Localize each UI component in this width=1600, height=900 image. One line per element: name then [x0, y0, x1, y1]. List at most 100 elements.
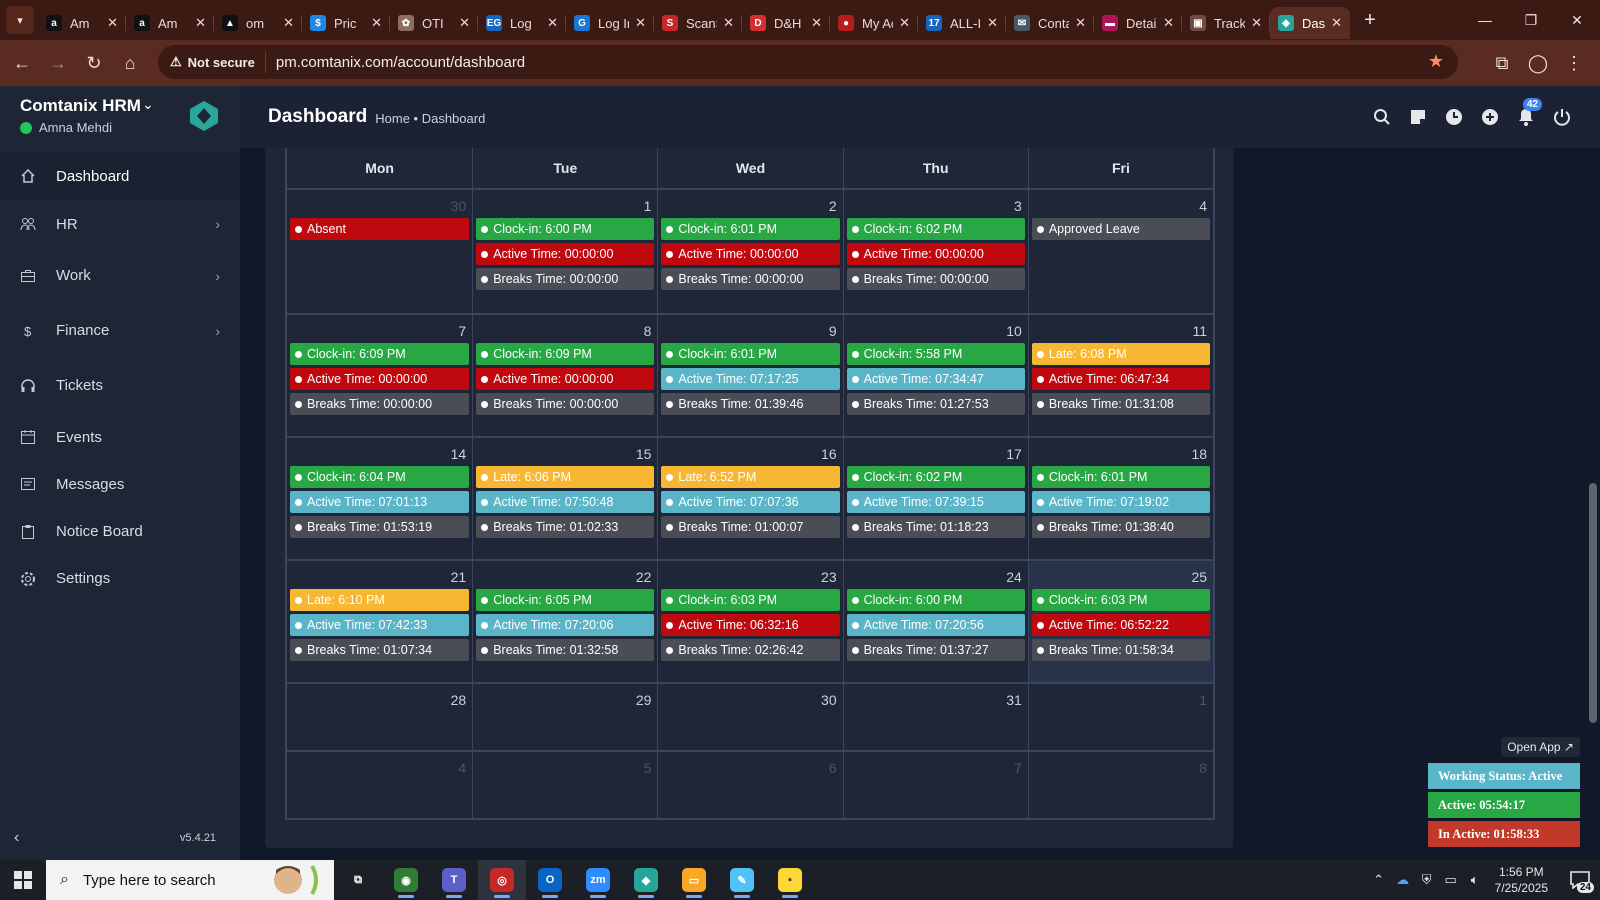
browser-tab[interactable]: ◆ Das ✕: [1270, 7, 1350, 39]
close-tab-icon[interactable]: ✕: [1331, 15, 1342, 31]
calendar-day[interactable]: 10 Clock-in: 5:58 PM Active Time: 07:34:47…: [842, 315, 1028, 436]
attendance-event[interactable]: Breaks Time: 01:39:46: [661, 393, 840, 415]
sidebar-item-tickets[interactable]: Tickets: [0, 358, 240, 413]
calendar-day[interactable]: 18 Clock-in: 6:01 PM Active Time: 07:19:02…: [1027, 438, 1213, 559]
browser-tab[interactable]: $ Pric ✕: [302, 7, 390, 39]
browser-menu-icon[interactable]: ⋮: [1556, 45, 1592, 81]
attendance-event[interactable]: Clock-in: 6:02 PM: [846, 466, 1025, 488]
collapse-sidebar-icon[interactable]: ‹: [14, 829, 19, 847]
calendar-day[interactable]: 5: [472, 752, 657, 818]
close-tab-icon[interactable]: ✕: [1251, 15, 1262, 31]
attendance-event[interactable]: Active Time: 07:50:48: [476, 491, 655, 513]
calendar-day[interactable]: 14 Clock-in: 6:04 PM Active Time: 07:01:13…: [287, 438, 472, 559]
browser-tab[interactable]: ● My Acc ✕: [830, 7, 918, 39]
close-tab-icon[interactable]: ✕: [723, 15, 734, 31]
attendance-event[interactable]: Breaks Time: 01:58:34: [1031, 639, 1211, 661]
attendance-event[interactable]: Clock-in: 5:58 PM: [846, 343, 1025, 365]
reload-button[interactable]: ↻: [76, 45, 112, 81]
calendar-day[interactable]: 24 Clock-in: 6:00 PM Active Time: 07:20:56…: [842, 561, 1028, 682]
attendance-event[interactable]: Breaks Time: 01:31:08: [1031, 393, 1211, 415]
sidebar-item-work[interactable]: Work ›: [0, 248, 240, 303]
attendance-event[interactable]: Breaks Time: 01:38:40: [1031, 516, 1211, 538]
sidebar-item-messages[interactable]: Messages: [0, 461, 240, 508]
attendance-event[interactable]: Late: 6:06 PM: [476, 466, 655, 488]
attendance-event[interactable]: Active Time: 07:01:13: [290, 491, 470, 513]
sidebar-item-settings[interactable]: Settings: [0, 555, 240, 602]
attendance-event[interactable]: Breaks Time: 00:00:00: [846, 268, 1025, 290]
close-tab-icon[interactable]: ✕: [547, 15, 558, 31]
calendar-day[interactable]: 7 Clock-in: 6:09 PM Active Time: 00:00:00 B…: [287, 315, 472, 436]
calendar-day[interactable]: 2 Clock-in: 6:01 PM Active Time: 00:00:00 B…: [657, 190, 842, 313]
attendance-event[interactable]: Breaks Time: 01:27:53: [846, 393, 1025, 415]
taskbar-app-comtanix[interactable]: ◆: [622, 860, 670, 900]
bell-icon[interactable]: 42: [1508, 98, 1544, 132]
attendance-event[interactable]: Clock-in: 6:02 PM: [846, 218, 1025, 240]
sidebar-item-hr[interactable]: HR ›: [0, 200, 240, 248]
taskbar-app-notepad[interactable]: ✎: [718, 860, 766, 900]
calendar-day[interactable]: 7: [842, 752, 1028, 818]
taskbar-app-outlook[interactable]: O: [526, 860, 574, 900]
taskbar-app-file-explorer[interactable]: ▭: [670, 860, 718, 900]
attendance-event[interactable]: Active Time: 07:39:15: [846, 491, 1025, 513]
browser-tab[interactable]: ✉ Contact ✕: [1006, 7, 1094, 39]
attendance-event[interactable]: Active Time: 00:00:00: [290, 368, 470, 390]
taskbar-app-chrome-profile[interactable]: ◎: [478, 860, 526, 900]
attendance-event[interactable]: Active Time: 00:00:00: [846, 243, 1025, 265]
sidebar-item-dashboard[interactable]: Dashboard: [0, 152, 240, 200]
attendance-event[interactable]: Approved Leave: [1031, 218, 1211, 240]
calendar-day[interactable]: 1: [1027, 684, 1213, 750]
calendar-day[interactable]: 23 Clock-in: 6:03 PM Active Time: 06:32:16…: [657, 561, 842, 682]
attendance-event[interactable]: Active Time: 06:32:16: [661, 614, 840, 636]
calendar-day[interactable]: 30: [657, 684, 842, 750]
attendance-event[interactable]: Breaks Time: 01:00:07: [661, 516, 840, 538]
breadcrumb[interactable]: Home • Dashboard: [375, 111, 485, 126]
new-tab-button[interactable]: +: [1356, 6, 1384, 34]
close-tab-icon[interactable]: ✕: [811, 15, 822, 31]
attendance-event[interactable]: Breaks Time: 01:02:33: [476, 516, 655, 538]
calendar-day[interactable]: 17 Clock-in: 6:02 PM Active Time: 07:39:15…: [842, 438, 1028, 559]
attendance-event[interactable]: Active Time: 07:42:33: [290, 614, 470, 636]
home-button[interactable]: ⌂: [112, 45, 148, 81]
attendance-event[interactable]: Clock-in: 6:00 PM: [476, 218, 655, 240]
browser-tab[interactable]: ▲ om ✕: [214, 7, 302, 39]
browser-tab[interactable]: a Am ✕: [126, 7, 214, 39]
attendance-event[interactable]: Breaks Time: 01:18:23: [846, 516, 1025, 538]
back-button[interactable]: ←: [4, 45, 40, 81]
attendance-event[interactable]: Clock-in: 6:09 PM: [290, 343, 470, 365]
add-circle-icon[interactable]: [1472, 102, 1508, 132]
calendar-day[interactable]: 9 Clock-in: 6:01 PM Active Time: 07:17:25 B…: [657, 315, 842, 436]
attendance-event[interactable]: Active Time: 00:00:00: [476, 243, 655, 265]
calendar-day[interactable]: 21 Late: 6:10 PM Active Time: 07:42:33 Brea…: [287, 561, 472, 682]
sidebar-item-notice-board[interactable]: Notice Board: [0, 508, 240, 555]
profile-icon[interactable]: ◯: [1520, 45, 1556, 81]
security-chip[interactable]: ⚠ Not secure: [170, 51, 266, 73]
attendance-event[interactable]: Breaks Time: 02:26:42: [661, 639, 840, 661]
browser-tab[interactable]: a Am ✕: [38, 7, 126, 39]
attendance-event[interactable]: Late: 6:52 PM: [661, 466, 840, 488]
taskbar-app-teams[interactable]: T: [430, 860, 478, 900]
chevron-up-icon[interactable]: ⌃: [1367, 872, 1391, 888]
close-tab-icon[interactable]: ✕: [635, 15, 646, 31]
attendance-event[interactable]: Active Time: 07:34:47: [846, 368, 1025, 390]
browser-tab[interactable]: S ScanSo ✕: [654, 7, 742, 39]
attendance-event[interactable]: Active Time: 07:07:36: [661, 491, 840, 513]
attendance-event[interactable]: Late: 6:08 PM: [1031, 343, 1211, 365]
attendance-event[interactable]: Active Time: 07:20:06: [476, 614, 655, 636]
forward-button[interactable]: →: [40, 45, 76, 81]
browser-tab[interactable]: ▬ Detailec ✕: [1094, 7, 1182, 39]
attendance-event[interactable]: Breaks Time: 00:00:00: [661, 268, 840, 290]
attendance-event[interactable]: Breaks Time: 01:37:27: [846, 639, 1025, 661]
browser-tab[interactable]: D D&H Di ✕: [742, 7, 830, 39]
windows-start-button[interactable]: [0, 860, 46, 900]
close-tab-icon[interactable]: ✕: [1075, 15, 1086, 31]
close-tab-icon[interactable]: ✕: [107, 15, 118, 31]
close-tab-icon[interactable]: ✕: [987, 15, 998, 31]
attendance-event[interactable]: Clock-in: 6:00 PM: [846, 589, 1025, 611]
search-icon[interactable]: [1364, 102, 1400, 132]
brand-header[interactable]: Comtanix HRM ⌄ Amna Mehdi: [0, 86, 240, 152]
attendance-event[interactable]: Clock-in: 6:03 PM: [661, 589, 840, 611]
clock-icon[interactable]: [1436, 102, 1472, 132]
attendance-event[interactable]: Clock-in: 6:04 PM: [290, 466, 470, 488]
sidebar-item-finance[interactable]: $ Finance ›: [0, 303, 240, 358]
sticky-note-icon[interactable]: [1400, 102, 1436, 132]
